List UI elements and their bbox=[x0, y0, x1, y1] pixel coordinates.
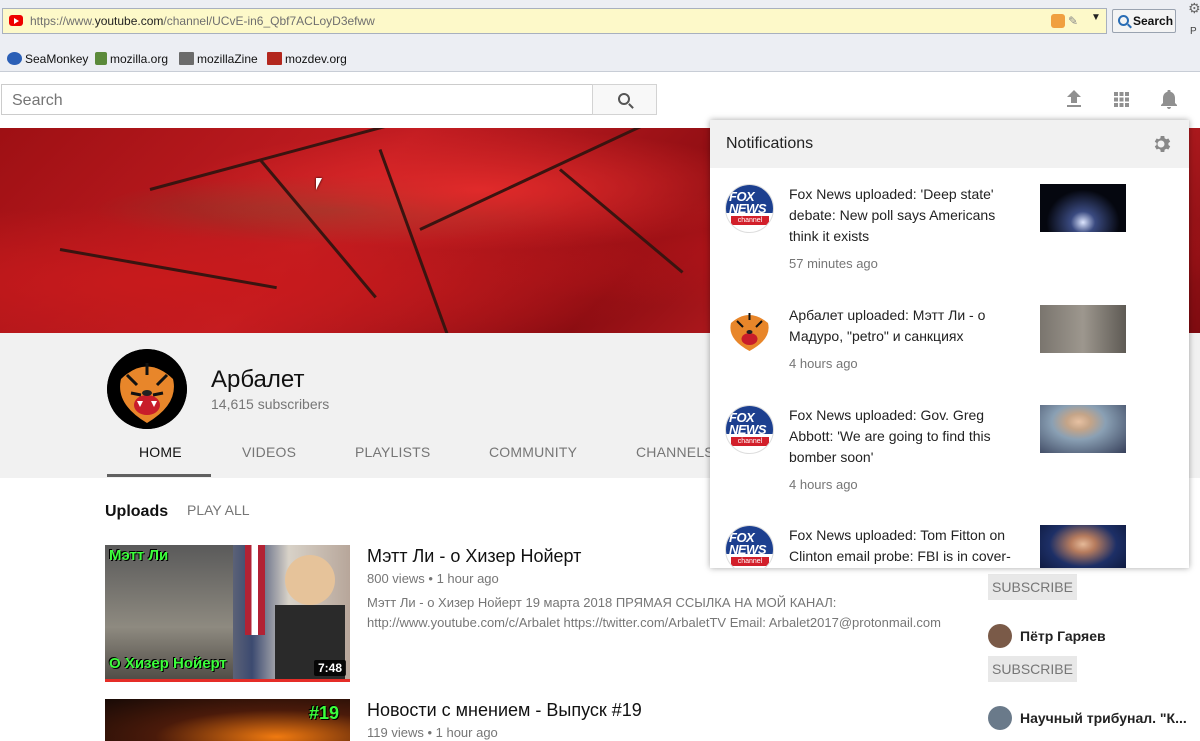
fox-news-logo-icon: FOX NEWS channel bbox=[725, 184, 774, 233]
video-description: Мэтт Ли - о Хизер Нойерт 19 марта 2018 П… bbox=[367, 595, 941, 630]
bookmarks-toolbar: SeaMonkey mozilla.org mozillaZine mozdev… bbox=[0, 43, 1200, 72]
video-title[interactable]: Мэтт Ли - о Хизер Нойерт bbox=[367, 546, 581, 567]
browser-search-button[interactable]: Search bbox=[1112, 9, 1176, 33]
mozillazine-icon bbox=[179, 52, 194, 65]
tab-videos[interactable]: VIDEOS bbox=[242, 444, 296, 460]
notification-text: Арбалет uploaded: Мэтт Ли - о Мадуро, "p… bbox=[789, 307, 986, 344]
video-thumbnail[interactable]: #19 bbox=[105, 699, 350, 741]
youtube-search-input[interactable]: Search bbox=[1, 84, 593, 115]
thumbnail-caption-top: Мэтт Ли bbox=[109, 547, 169, 564]
rss-feed-icon[interactable] bbox=[1051, 14, 1065, 28]
channel-name: Арбалет bbox=[211, 366, 305, 393]
notification-time: 4 hours ago bbox=[789, 477, 858, 492]
thumbnail-badge: #19 bbox=[309, 703, 340, 723]
notification-text: Fox News uploaded: Gov. Greg Abbott: 'We… bbox=[789, 407, 991, 465]
sidebar-toggle-icon[interactable]: ⚙ bbox=[1188, 0, 1200, 18]
notification-time: 4 hours ago bbox=[789, 356, 858, 371]
fox-news-logo-icon: FOX NEWS channel bbox=[725, 525, 774, 568]
notification-time: 57 minutes ago bbox=[789, 256, 878, 271]
notification-text: Fox News uploaded: 'Deep state' debate: … bbox=[789, 186, 996, 244]
channel-avatar[interactable] bbox=[107, 349, 187, 429]
bookmark-mozilla[interactable]: mozilla.org bbox=[95, 52, 168, 66]
bookmark-seamonkey[interactable]: SeaMonkey bbox=[7, 52, 88, 66]
bookmark-mozillazine[interactable]: mozillaZine bbox=[179, 52, 258, 66]
apps-grid-icon[interactable] bbox=[1114, 92, 1129, 107]
notification-thumbnail[interactable] bbox=[1040, 405, 1126, 453]
youtube-search-button[interactable] bbox=[592, 84, 657, 115]
notifications-header: Notifications bbox=[710, 120, 1189, 168]
youtube-favicon-icon bbox=[9, 15, 23, 26]
bookmark-mozdev[interactable]: mozdev.org bbox=[267, 52, 347, 66]
mouse-cursor bbox=[316, 178, 322, 190]
subscribe-button[interactable]: SUBSCRIBE bbox=[988, 574, 1077, 600]
notification-text: Fox News uploaded: Tom Fitton on Clinton… bbox=[789, 527, 1011, 564]
video-meta: 119 views • 1 hour ago bbox=[367, 725, 498, 740]
video-duration: 7:48 bbox=[313, 660, 346, 676]
notification-thumbnail[interactable] bbox=[1040, 525, 1126, 568]
tab-playlists[interactable]: PLAYLISTS bbox=[355, 444, 430, 460]
side-label: P bbox=[1190, 26, 1197, 37]
browser-search-label: Search bbox=[1133, 14, 1174, 28]
search-icon bbox=[1118, 15, 1129, 26]
video-title[interactable]: Новости с мнением - Выпуск #19 bbox=[367, 700, 642, 721]
seamonkey-icon bbox=[7, 52, 22, 65]
settings-gear-icon[interactable] bbox=[1151, 134, 1171, 154]
channel-subscriber-count: 14,615 subscribers bbox=[211, 396, 330, 412]
avatar[interactable] bbox=[988, 624, 1012, 648]
search-icon bbox=[618, 93, 630, 105]
fox-news-logo-icon: FOX NEWS channel bbox=[725, 405, 774, 454]
upload-icon[interactable] bbox=[1066, 90, 1082, 108]
notification-thumbnail[interactable] bbox=[1040, 184, 1126, 232]
notifications-popup: Notifications FOX NEWS channel Fox News … bbox=[710, 120, 1189, 568]
url-text[interactable]: https://www.youtube.com/channel/UCvE-in6… bbox=[30, 14, 375, 28]
avatar[interactable] bbox=[988, 706, 1012, 730]
subscribe-button[interactable]: SUBSCRIBE bbox=[988, 656, 1077, 682]
active-tab-indicator bbox=[107, 474, 211, 477]
ssl-pen-icon[interactable]: ✎ bbox=[1068, 14, 1082, 28]
thumbnail-caption-bottom: О Хизер Нойерт bbox=[109, 655, 227, 672]
notification-thumbnail[interactable] bbox=[1040, 305, 1126, 353]
tab-community[interactable]: COMMUNITY bbox=[489, 444, 577, 460]
video-meta: 800 views • 1 hour ago bbox=[367, 571, 499, 586]
video-thumbnail[interactable]: Мэтт Ли О Хизер Нойерт 7:48 bbox=[105, 545, 350, 682]
browser-toolbar: https://www.youtube.com/channel/UCvE-in6… bbox=[0, 0, 1200, 43]
tiger-avatar-icon bbox=[725, 305, 774, 354]
related-channel-name[interactable]: Пётр Гаряев bbox=[1020, 628, 1106, 644]
notifications-title: Notifications bbox=[726, 135, 814, 152]
mozilla-icon bbox=[95, 52, 107, 65]
search-placeholder: Search bbox=[12, 92, 63, 109]
uploads-heading[interactable]: Uploads bbox=[105, 503, 168, 521]
tab-home[interactable]: HOME bbox=[139, 444, 182, 460]
related-channel-name[interactable]: Научный трибунал. "К... bbox=[1020, 710, 1187, 726]
play-all-button[interactable]: PLAY ALL bbox=[187, 502, 250, 518]
tab-channels[interactable]: CHANNELS bbox=[636, 444, 714, 460]
watched-progress-bar bbox=[105, 679, 350, 682]
mozdev-icon bbox=[267, 52, 282, 65]
bell-icon[interactable] bbox=[1160, 90, 1178, 109]
url-dropdown-icon[interactable]: ▼ bbox=[1091, 12, 1101, 23]
url-bar[interactable]: https://www.youtube.com/channel/UCvE-in6… bbox=[2, 8, 1107, 34]
